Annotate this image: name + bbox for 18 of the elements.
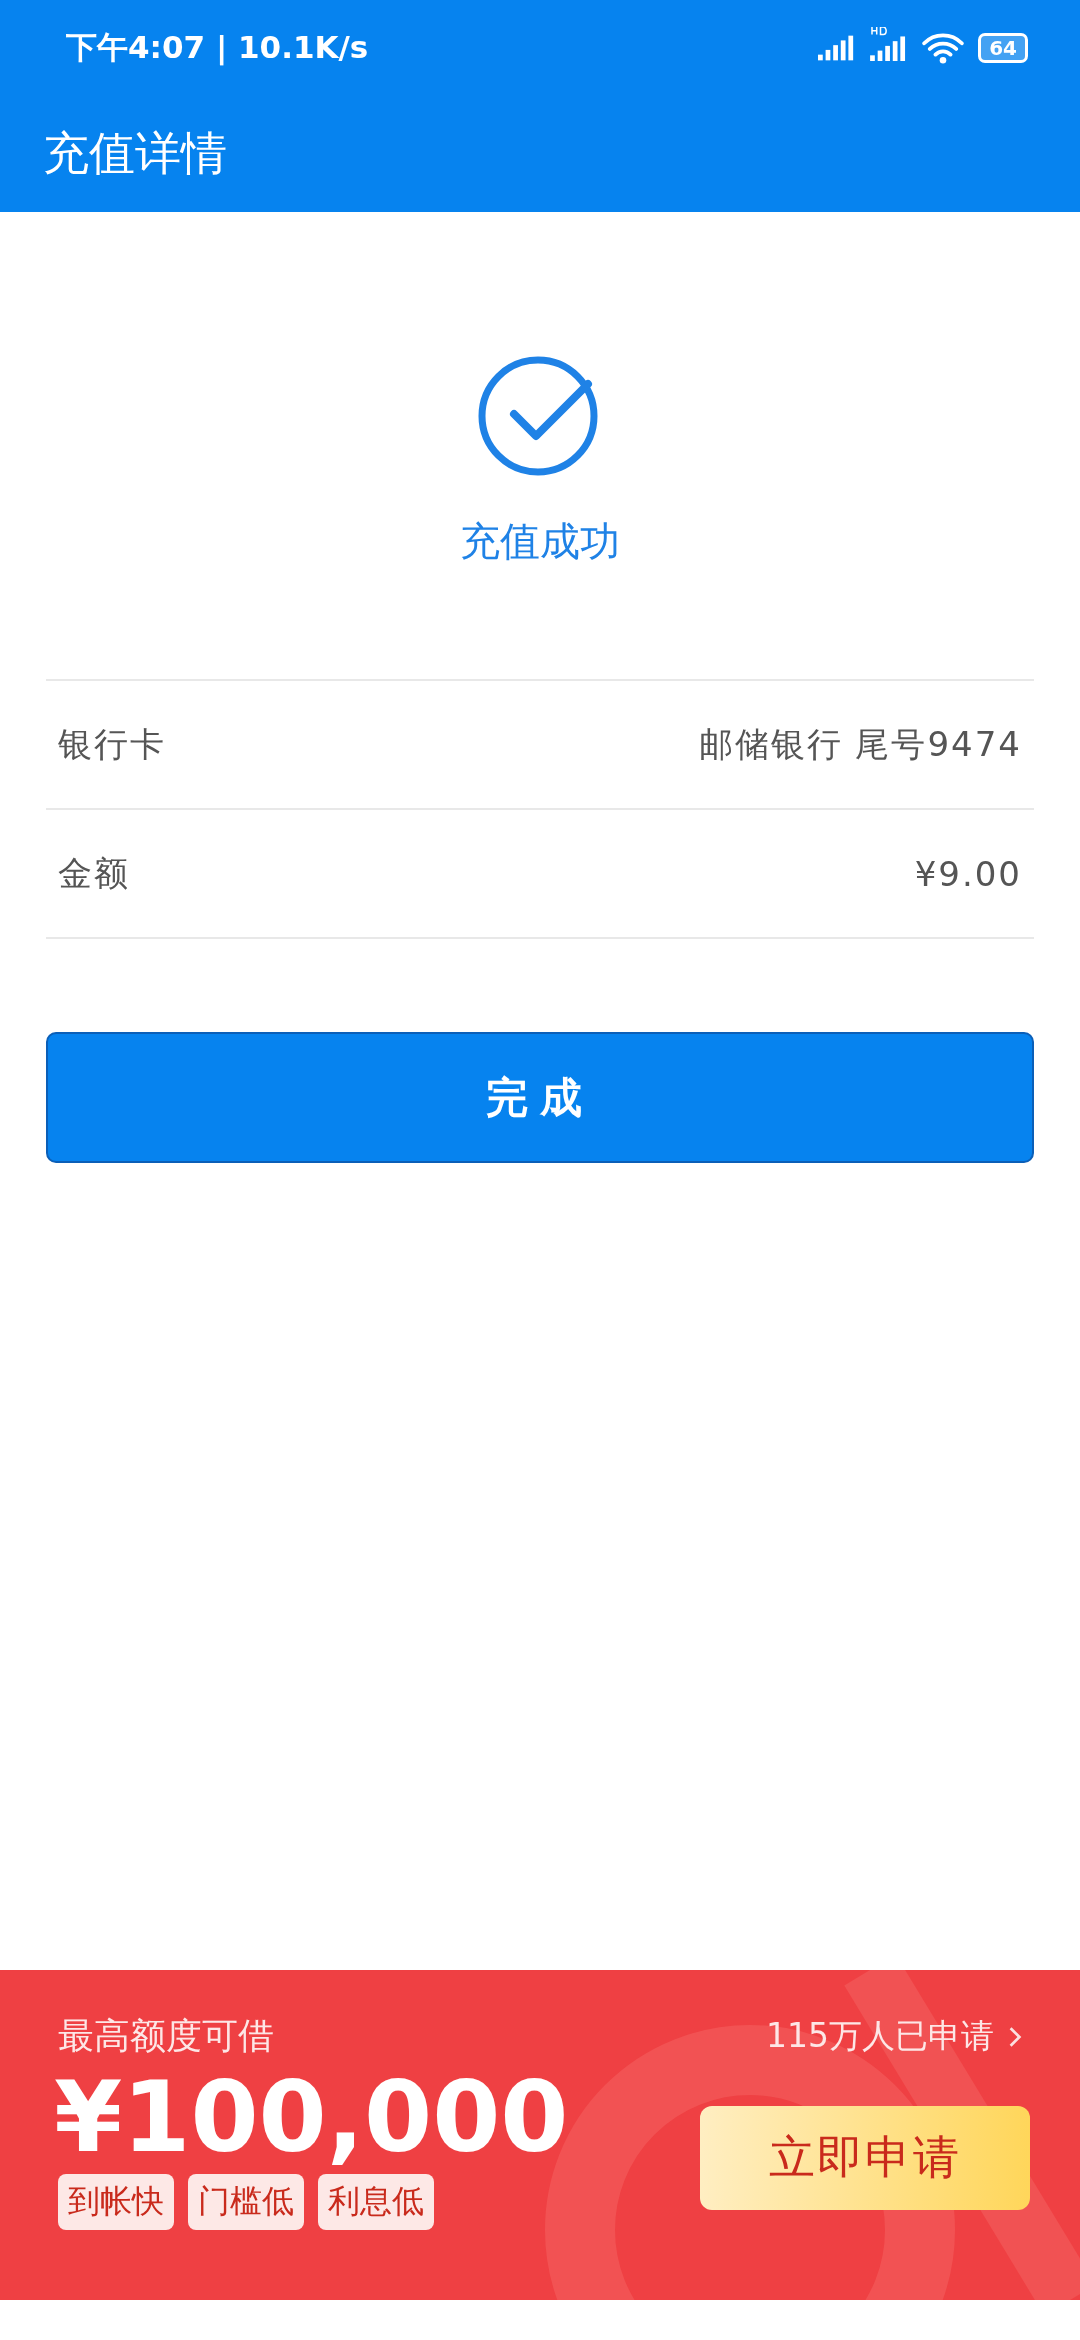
detail-label: 银行卡 <box>58 722 166 766</box>
applicants-link[interactable]: 115万人已申请 <box>766 2014 1022 2059</box>
feature-tag: 到帐快 <box>58 2173 174 2230</box>
feature-tag: 利息低 <box>318 2173 434 2230</box>
battery-level: 64 <box>989 35 1017 60</box>
apply-button[interactable]: 立即申请 <box>700 2105 1030 2210</box>
success-message: 充值成功 <box>460 517 620 566</box>
detail-value: 邮储银行 尾号9474 <box>698 722 1022 766</box>
done-button[interactable]: 完成 <box>46 1032 1034 1163</box>
loan-amount: ¥100,000 <box>54 2061 569 2174</box>
page-title: 充值详情 <box>43 124 227 182</box>
feature-tag: 门槛低 <box>188 2173 304 2230</box>
banner-headline: 最高额度可借 <box>58 2014 274 2058</box>
wifi-icon <box>922 31 965 64</box>
chevron-right-icon <box>1008 2025 1022 2048</box>
detail-value: ¥9.00 <box>914 853 1022 894</box>
status-time: 下午4:07 | 10.1K/s <box>66 27 369 68</box>
detail-label: 金额 <box>58 851 130 895</box>
